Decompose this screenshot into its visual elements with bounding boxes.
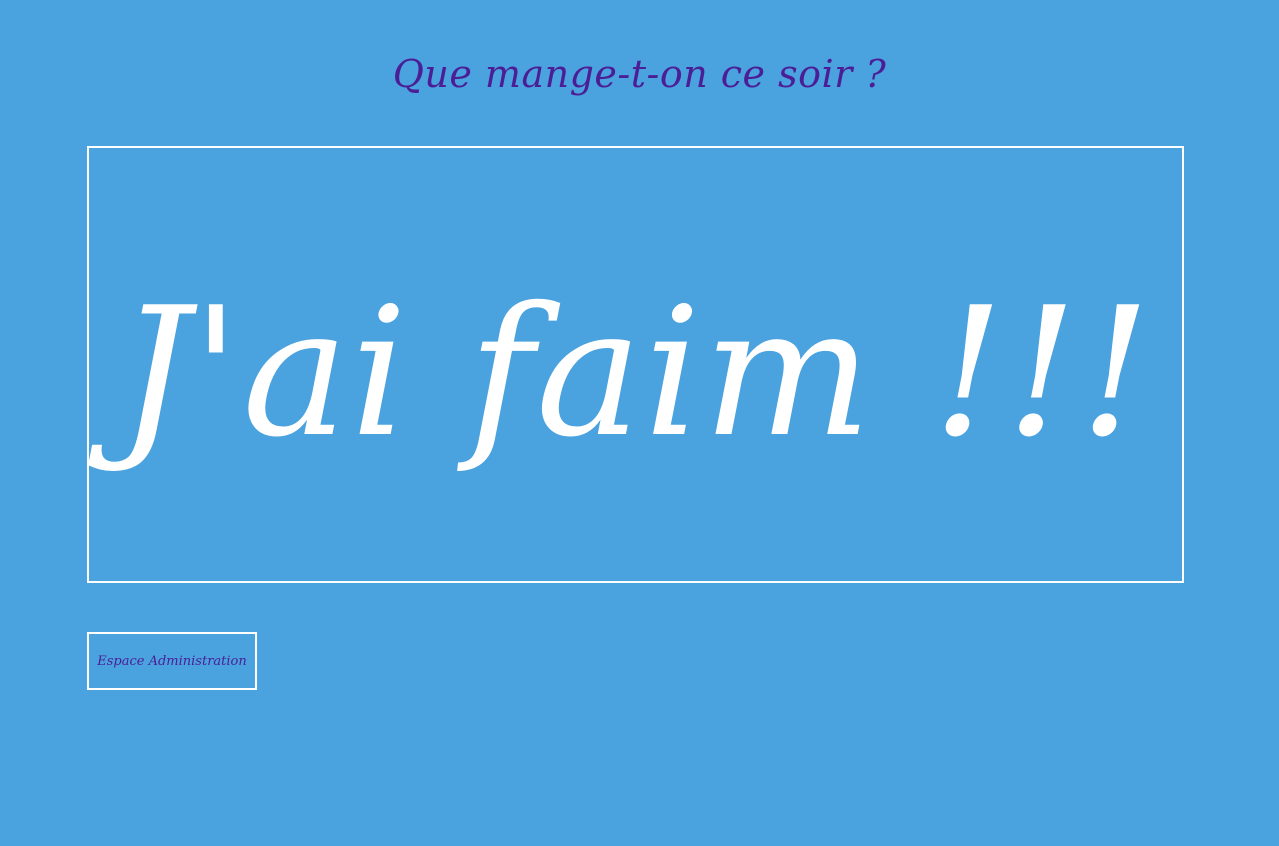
hungry-button[interactable]: J'ai faim !!!: [87, 146, 1184, 583]
page-title: Que mange-t-on ce soir ?: [392, 52, 887, 96]
admin-space-button[interactable]: Espace Administration: [87, 632, 257, 690]
hungry-button-label: J'ai faim !!!: [118, 268, 1153, 476]
